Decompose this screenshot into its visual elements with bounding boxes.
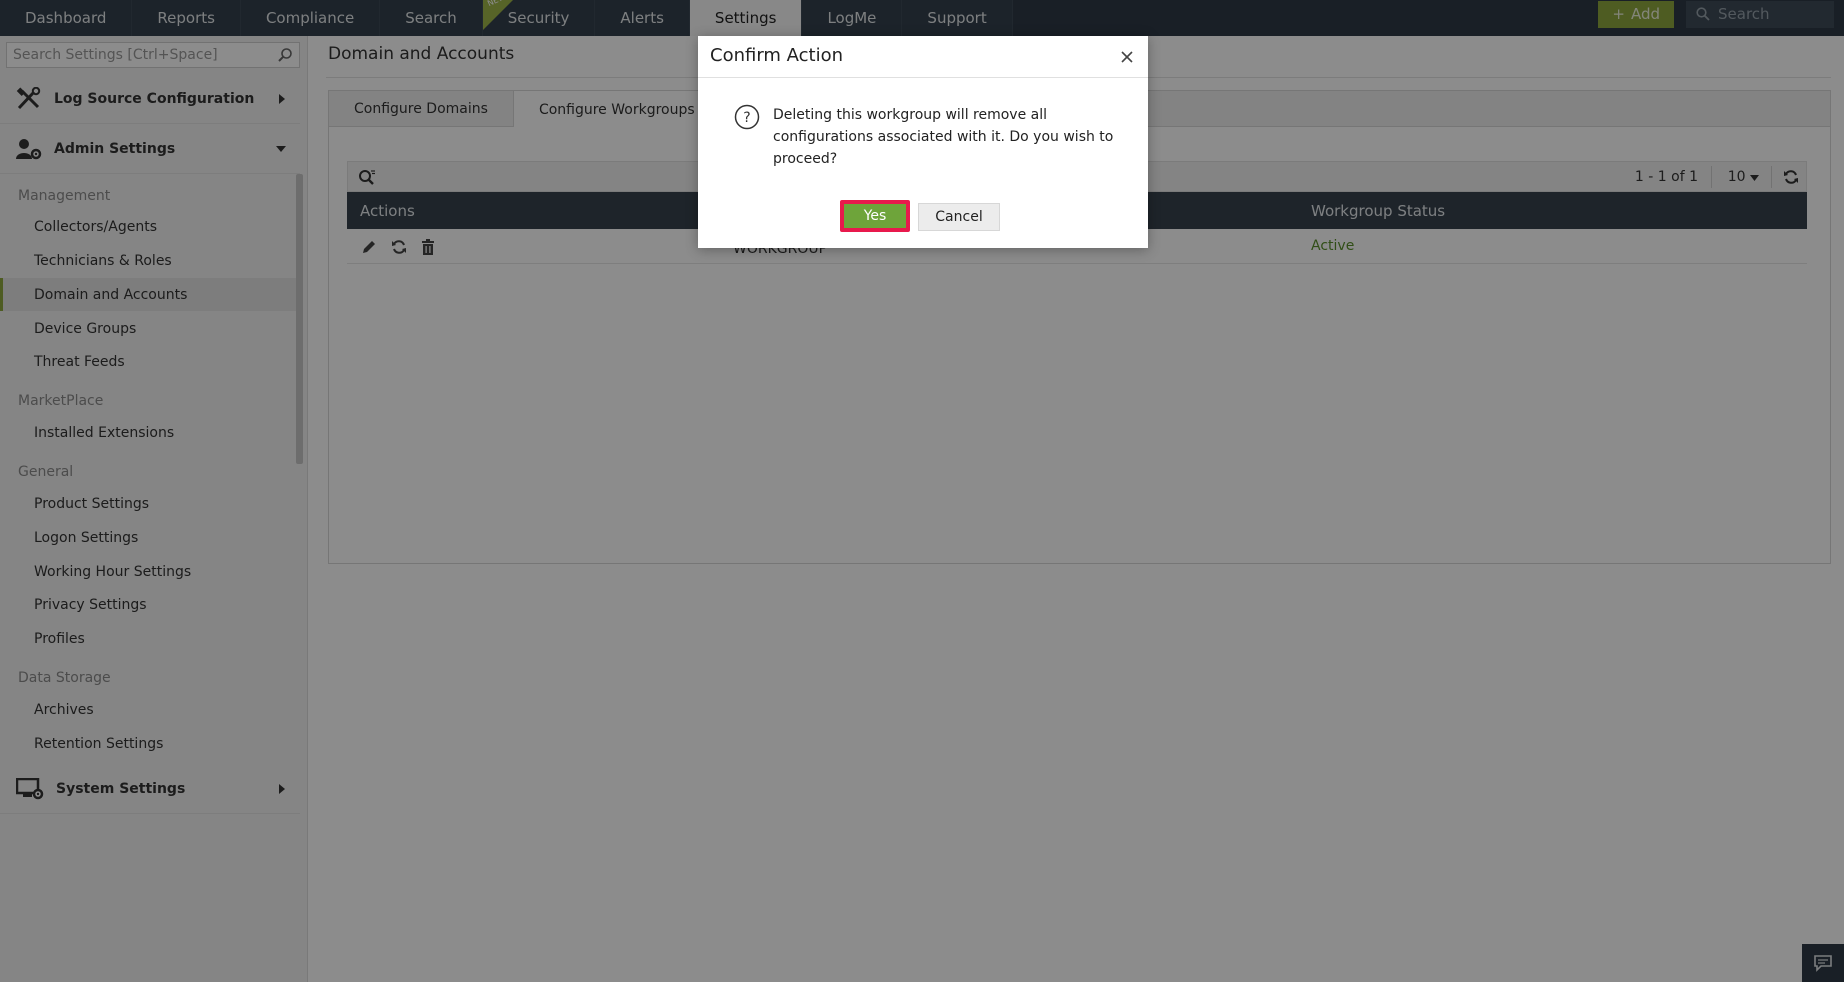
dialog-header: Confirm Action bbox=[698, 36, 1148, 78]
dialog-title: Confirm Action bbox=[710, 45, 844, 66]
cancel-button[interactable]: Cancel bbox=[918, 203, 1000, 231]
confirm-dialog: Confirm Action ? Deleting this workgroup… bbox=[698, 36, 1148, 248]
yes-button-highlight: Yes bbox=[840, 200, 910, 232]
svg-text:?: ? bbox=[743, 110, 750, 126]
close-icon[interactable] bbox=[1118, 48, 1136, 66]
dialog-message: Deleting this workgroup will remove all … bbox=[773, 107, 1114, 167]
question-icon: ? bbox=[734, 104, 760, 130]
yes-button[interactable]: Yes bbox=[844, 204, 906, 228]
